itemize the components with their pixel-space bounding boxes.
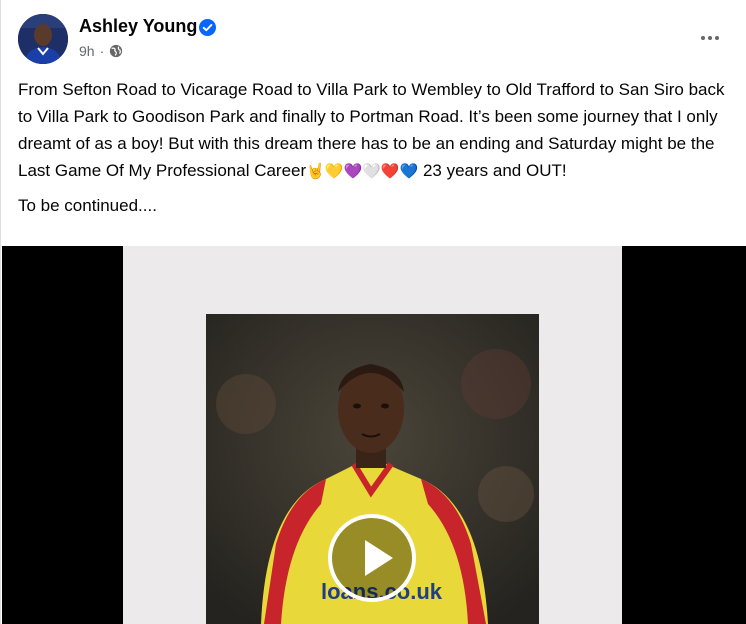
meta-separator: · [99,43,105,59]
more-dot [701,36,705,40]
play-icon [365,540,393,576]
avatar-image [18,14,68,64]
post-body: From Sefton Road to Vicarage Road to Vil… [18,76,733,219]
post-header: Ashley Young 9h · [1,0,746,75]
post-text-continue: To be continued.... [18,196,157,215]
post-card: Ashley Young 9h · From Sefton Road to Vi… [0,0,746,624]
post-text: From Sefton Road to Vicarage Road to Vil… [18,76,733,185]
author-name[interactable]: Ashley Young [79,16,197,37]
verified-badge-icon [199,19,216,36]
play-button[interactable] [328,514,416,602]
post-emojis: 🤘💛💜🤍❤️💙 [306,162,419,180]
globe-icon[interactable] [109,44,123,58]
more-dot [715,36,719,40]
more-dot [708,36,712,40]
more-options-button[interactable] [695,26,725,50]
video-player[interactable]: loans.co.uk [2,246,746,624]
avatar[interactable] [18,14,68,64]
post-meta: 9h · [79,43,123,59]
post-timestamp[interactable]: 9h [79,43,95,59]
post-text-tail: 23 years and OUT! [418,161,567,180]
